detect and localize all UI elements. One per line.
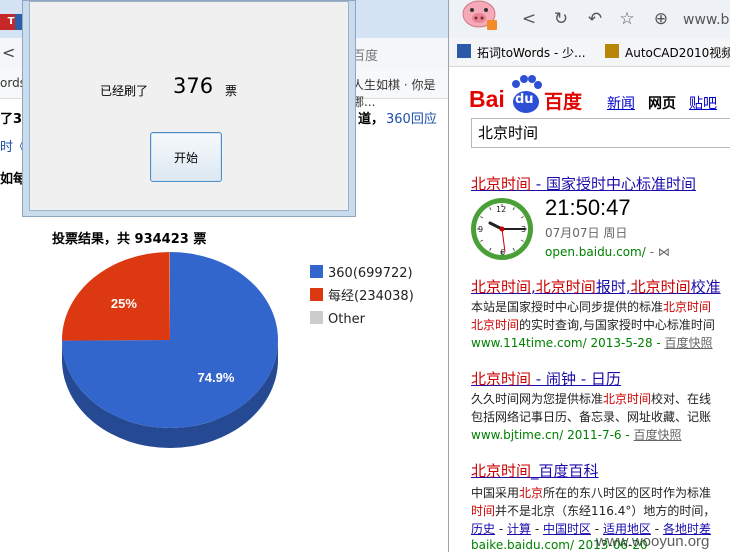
- watermark-text: www.wooyun.org: [596, 533, 710, 550]
- result-url-2: www.114time.com/ 2013-5-28 - 百度快照: [471, 336, 713, 350]
- result-title-segment: 北京时间: [471, 370, 532, 388]
- baidu-nav-item[interactable]: 贴吧: [689, 93, 717, 113]
- result-snippet-segment: 校对、在线: [651, 392, 712, 406]
- right-bookmark-bar: 拓词toWords - 少... AutoCAD2010视频: [449, 38, 730, 67]
- chart-title: 投票结果，共 934423 票: [52, 232, 207, 247]
- link-separator: -: [495, 522, 507, 536]
- link-separator: -: [531, 522, 543, 536]
- pie-chart: 74.9% 25% 360(699722) 每经(234038) Other: [62, 252, 414, 448]
- result-title-segment: - 国家授时中心标准时间: [531, 175, 696, 193]
- result-snippet-segment: 本站是国家授时中心同步提供的标准: [471, 300, 664, 314]
- result-title-3[interactable]: 北京时间 - 闹钟 - 日历: [471, 368, 621, 389]
- svg-text:3: 3: [521, 225, 526, 234]
- baidu-nav-item[interactable]: 新闻: [607, 93, 635, 113]
- undo-icon[interactable]: ↶: [585, 9, 605, 29]
- result-title-4[interactable]: 北京时间_百度百科: [471, 460, 599, 481]
- baidu-search-box[interactable]: [471, 118, 730, 148]
- result-snippet-segment: 北京: [519, 486, 544, 500]
- result-snippet-segment: 北京时间: [603, 392, 652, 406]
- legend-swatch: [310, 311, 323, 324]
- result-title-segment: 报时,: [595, 278, 631, 296]
- bookmark-item[interactable]: 拓词toWords - 少...: [477, 44, 586, 61]
- result-url-1: open.baidu.com/ - ⋈: [545, 245, 670, 259]
- baidu-logo-bai: Bai: [469, 86, 505, 112]
- clock-time-value: 21:50:47: [545, 195, 631, 220]
- baidu-search-input[interactable]: [472, 119, 730, 145]
- right-toolbar: < ↻ ↶ ☆ ⊕ www.b: [449, 0, 730, 39]
- result-snippet-segment: 久久时间网为您提供标准: [471, 392, 604, 406]
- legend-label: 360(699722): [328, 266, 413, 281]
- right-browser-window: < ↻ ↶ ☆ ⊕ www.b 拓词toWords - 少... AutoCAD2…: [448, 0, 730, 552]
- result-snippet-segment: 中国采用: [471, 486, 520, 500]
- baidu-nav-item[interactable]: 网页: [648, 93, 676, 113]
- article-text-line1-right: 道，: [358, 112, 385, 127]
- vote-unit-label: 票: [225, 84, 238, 98]
- result-title-segment: _百度百科: [531, 462, 599, 480]
- article-link-360[interactable]: 360回应: [386, 108, 437, 127]
- autocad-icon: [605, 44, 619, 58]
- dialog-client-area: 已经刷了 376 票 开始: [29, 1, 349, 211]
- back-arrow-icon[interactable]: <: [2, 43, 15, 62]
- snapshot-link-3[interactable]: 百度快照: [634, 428, 682, 442]
- result-snippet-segment: 并不是北京（东经116.4°）地方的时间，: [495, 504, 716, 518]
- svg-text:6: 6: [500, 248, 505, 257]
- result-snippet-2a: 本站是国家授时中心同步提供的标准北京时间: [471, 298, 711, 315]
- baidu-logo-du: du: [515, 92, 534, 107]
- result-snippet-3a: 久久时间网为您提供标准北京时间校对、在线: [471, 390, 711, 407]
- already-voted-label: 已经刷了: [100, 84, 149, 98]
- snapshot-link-2[interactable]: 百度快照: [665, 336, 713, 350]
- right-address-text[interactable]: www.b: [683, 12, 729, 28]
- result-title-segment: 北京时间: [471, 462, 532, 480]
- favorite-star-icon[interactable]: ☆: [617, 9, 637, 29]
- result-title-1[interactable]: 北京时间 - 国家授时中心标准时间: [471, 173, 696, 194]
- result-snippet-4a: 中国采用北京所在的东八时区的区时作为标准: [471, 484, 711, 501]
- baike-section-link[interactable]: 中国时区: [543, 522, 591, 536]
- legend-label: 每经(234038): [328, 288, 414, 304]
- result-title-segment: 北京时间: [535, 278, 596, 296]
- result-snippet-3b: 包括网络记事日历、备忘录、网址收藏、记账: [471, 408, 711, 425]
- pig-avatar-icon[interactable]: [459, 0, 499, 32]
- clock-date-value: 07月07日 周日: [545, 226, 628, 240]
- result-snippet-2b: 北京时间的实时查询,与国家授时中心标准时间: [471, 316, 715, 333]
- start-button[interactable]: 开始: [150, 132, 222, 182]
- result-title-segment: 校准: [690, 278, 721, 296]
- result-snippet-segment: 包括网络记事日历、备忘录、网址收藏、记账: [471, 410, 712, 424]
- svg-text:9: 9: [478, 225, 483, 234]
- result-snippet-segment: 的实时查询,与国家授时中心标准时间: [519, 318, 715, 332]
- baidu-logo[interactable]: Bai du 百度: [469, 72, 599, 114]
- legend-label: Other: [328, 312, 366, 327]
- result-url-3: www.bjtime.cn/ 2011-7-6 - 百度快照: [471, 428, 682, 442]
- baike-section-link[interactable]: 历史: [471, 522, 495, 536]
- refresh-icon[interactable]: ↻: [551, 9, 571, 29]
- baidu-logo-chinese: 百度: [544, 91, 583, 113]
- result-snippet-segment: 所在的东八时区的区时作为标准: [543, 486, 712, 500]
- baike-section-link[interactable]: 计算: [507, 522, 531, 536]
- bookmark-icon: [457, 44, 471, 58]
- result-title-segment: 北京时间: [471, 278, 532, 296]
- shield-icon[interactable]: ⊕: [651, 9, 671, 29]
- clock-icon: 12 3 6 9: [471, 198, 533, 260]
- legend-swatch: [310, 288, 323, 301]
- result-snippet-segment: 时间: [471, 504, 496, 518]
- result-snippet-segment: 北京时间: [471, 318, 520, 332]
- result-snippet-4b: 时间并不是北京（东经116.4°）地方的时间，: [471, 502, 715, 519]
- vote-count-value: 376: [173, 74, 214, 98]
- result-title-segment: - 闹钟 - 日历: [531, 370, 621, 388]
- svg-text:12: 12: [496, 205, 506, 214]
- left-bookmark-item-2[interactable]: 人生如棋 · 你是哪...: [352, 76, 450, 110]
- result-title-segment: 北京时间: [471, 175, 532, 193]
- result-title-2[interactable]: 北京时间,北京时间报时,北京时间校准: [471, 276, 721, 297]
- result-snippet-segment: 北京时间: [663, 300, 712, 314]
- pie-percent-label: 74.9%: [198, 370, 235, 385]
- back-icon[interactable]: <: [519, 9, 539, 29]
- bookmark-item[interactable]: AutoCAD2010视频: [625, 44, 730, 61]
- legend-swatch: [310, 265, 323, 278]
- result-title-segment: 北京时间: [630, 278, 691, 296]
- vote-dialog-window: 已经刷了 376 票 开始: [22, 0, 356, 217]
- pie-percent-label: 25%: [111, 296, 137, 311]
